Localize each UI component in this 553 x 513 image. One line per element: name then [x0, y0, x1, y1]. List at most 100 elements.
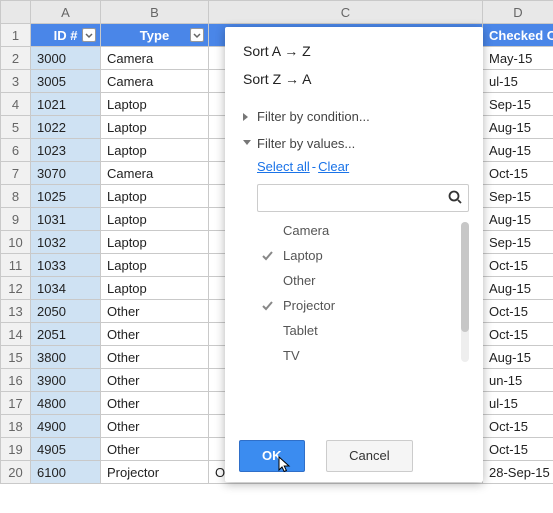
cell-A[interactable]: 2050 — [31, 300, 101, 323]
filter-value-item[interactable]: Other — [257, 268, 469, 293]
filter-value-item[interactable]: TV — [257, 343, 469, 368]
cell-B[interactable]: Other — [101, 300, 209, 323]
cell-D[interactable]: Oct-15 — [483, 323, 553, 346]
row-header[interactable]: 8 — [1, 185, 31, 208]
cell-D[interactable]: Oct-15 — [483, 162, 553, 185]
cell-B[interactable]: Camera — [101, 47, 209, 70]
row-header[interactable]: 3 — [1, 70, 31, 93]
filter-search-input[interactable] — [257, 184, 469, 212]
filter-icon[interactable] — [190, 28, 204, 42]
cell-D[interactable]: Sep-15 — [483, 185, 553, 208]
filter-value-item[interactable]: Projector — [257, 293, 469, 318]
filter-by-values[interactable]: Filter by values... — [225, 130, 483, 157]
row-header[interactable]: 12 — [1, 277, 31, 300]
col-header-D[interactable]: D — [483, 1, 553, 24]
row-header[interactable]: 19 — [1, 438, 31, 461]
sort-za[interactable]: Sort Z → A — [225, 65, 483, 93]
row-header[interactable]: 14 — [1, 323, 31, 346]
cell-B[interactable]: Other — [101, 392, 209, 415]
cell-D[interactable]: Oct-15 — [483, 300, 553, 323]
filter-value-item[interactable]: Laptop — [257, 243, 469, 268]
cell-B[interactable]: Laptop — [101, 93, 209, 116]
row-header-1[interactable]: 1 — [1, 24, 31, 47]
cell-D[interactable]: Sep-15 — [483, 231, 553, 254]
cell-B[interactable]: Laptop — [101, 254, 209, 277]
cell-D[interactable]: Aug-15 — [483, 277, 553, 300]
cell-D[interactable]: 28-Sep-15 — [483, 461, 553, 484]
col-header-B[interactable]: B — [101, 1, 209, 24]
row-header[interactable]: 4 — [1, 93, 31, 116]
cell-D[interactable]: Oct-15 — [483, 438, 553, 461]
scrollbar[interactable] — [461, 222, 469, 362]
cell-D[interactable]: Aug-15 — [483, 208, 553, 231]
cell-B[interactable]: Other — [101, 438, 209, 461]
clear-link[interactable]: Clear — [318, 159, 349, 174]
row-header[interactable]: 16 — [1, 369, 31, 392]
scrollbar-thumb[interactable] — [461, 222, 469, 332]
row-header[interactable]: 13 — [1, 300, 31, 323]
row-header[interactable]: 6 — [1, 139, 31, 162]
cell-A[interactable]: 1023 — [31, 139, 101, 162]
cell-B[interactable]: Laptop — [101, 139, 209, 162]
header-id[interactable]: ID # — [31, 24, 101, 47]
header-type[interactable]: Type — [101, 24, 209, 47]
row-header[interactable]: 7 — [1, 162, 31, 185]
cell-A[interactable]: 4900 — [31, 415, 101, 438]
cell-D[interactable]: Aug-15 — [483, 116, 553, 139]
row-header[interactable]: 15 — [1, 346, 31, 369]
cell-A[interactable]: 1032 — [31, 231, 101, 254]
row-header[interactable]: 11 — [1, 254, 31, 277]
cell-A[interactable]: 3005 — [31, 70, 101, 93]
cell-D[interactable]: Aug-15 — [483, 139, 553, 162]
filter-value-item[interactable]: Camera — [257, 218, 469, 243]
row-header[interactable]: 2 — [1, 47, 31, 70]
ok-button[interactable]: OK — [239, 440, 305, 472]
cell-D[interactable]: May-15 — [483, 47, 553, 70]
cell-B[interactable]: Camera — [101, 70, 209, 93]
cell-A[interactable]: 1033 — [31, 254, 101, 277]
cell-A[interactable]: 1022 — [31, 116, 101, 139]
cell-A[interactable]: 2051 — [31, 323, 101, 346]
cell-A[interactable]: 1031 — [31, 208, 101, 231]
cell-A[interactable]: 1034 — [31, 277, 101, 300]
cell-D[interactable]: Oct-15 — [483, 415, 553, 438]
cell-A[interactable]: 1021 — [31, 93, 101, 116]
cancel-button[interactable]: Cancel — [326, 440, 412, 472]
row-header[interactable]: 5 — [1, 116, 31, 139]
cell-B[interactable]: Laptop — [101, 185, 209, 208]
cell-A[interactable]: 4800 — [31, 392, 101, 415]
sort-az[interactable]: Sort A → Z — [225, 37, 483, 65]
cell-B[interactable]: Laptop — [101, 277, 209, 300]
cell-B[interactable]: Other — [101, 323, 209, 346]
cell-B[interactable]: Other — [101, 415, 209, 438]
row-header[interactable]: 9 — [1, 208, 31, 231]
cell-A[interactable]: 3000 — [31, 47, 101, 70]
cell-D[interactable]: ul-15 — [483, 392, 553, 415]
cell-A[interactable]: 3800 — [31, 346, 101, 369]
cell-B[interactable]: Camera — [101, 162, 209, 185]
row-header[interactable]: 20 — [1, 461, 31, 484]
cell-B[interactable]: Projector — [101, 461, 209, 484]
cell-A[interactable]: 4905 — [31, 438, 101, 461]
cell-B[interactable]: Other — [101, 346, 209, 369]
col-header-C[interactable]: C — [209, 1, 483, 24]
corner-cell[interactable] — [1, 1, 31, 24]
col-header-A[interactable]: A — [31, 1, 101, 24]
cell-B[interactable]: Laptop — [101, 116, 209, 139]
row-header[interactable]: 18 — [1, 415, 31, 438]
cell-D[interactable]: Oct-15 — [483, 254, 553, 277]
cell-A[interactable]: 6100 — [31, 461, 101, 484]
header-checked-out[interactable]: Checked Out — [483, 24, 553, 47]
cell-A[interactable]: 1025 — [31, 185, 101, 208]
cell-D[interactable]: Sep-15 — [483, 93, 553, 116]
cell-B[interactable]: Laptop — [101, 231, 209, 254]
filter-by-condition[interactable]: Filter by condition... — [225, 103, 483, 130]
cell-A[interactable]: 3070 — [31, 162, 101, 185]
filter-icon[interactable] — [82, 28, 96, 42]
filter-value-item[interactable]: Tablet — [257, 318, 469, 343]
cell-D[interactable]: Aug-15 — [483, 346, 553, 369]
cell-B[interactable]: Other — [101, 369, 209, 392]
row-header[interactable]: 10 — [1, 231, 31, 254]
cell-D[interactable]: ul-15 — [483, 70, 553, 93]
select-all-link[interactable]: Select all — [257, 159, 310, 174]
